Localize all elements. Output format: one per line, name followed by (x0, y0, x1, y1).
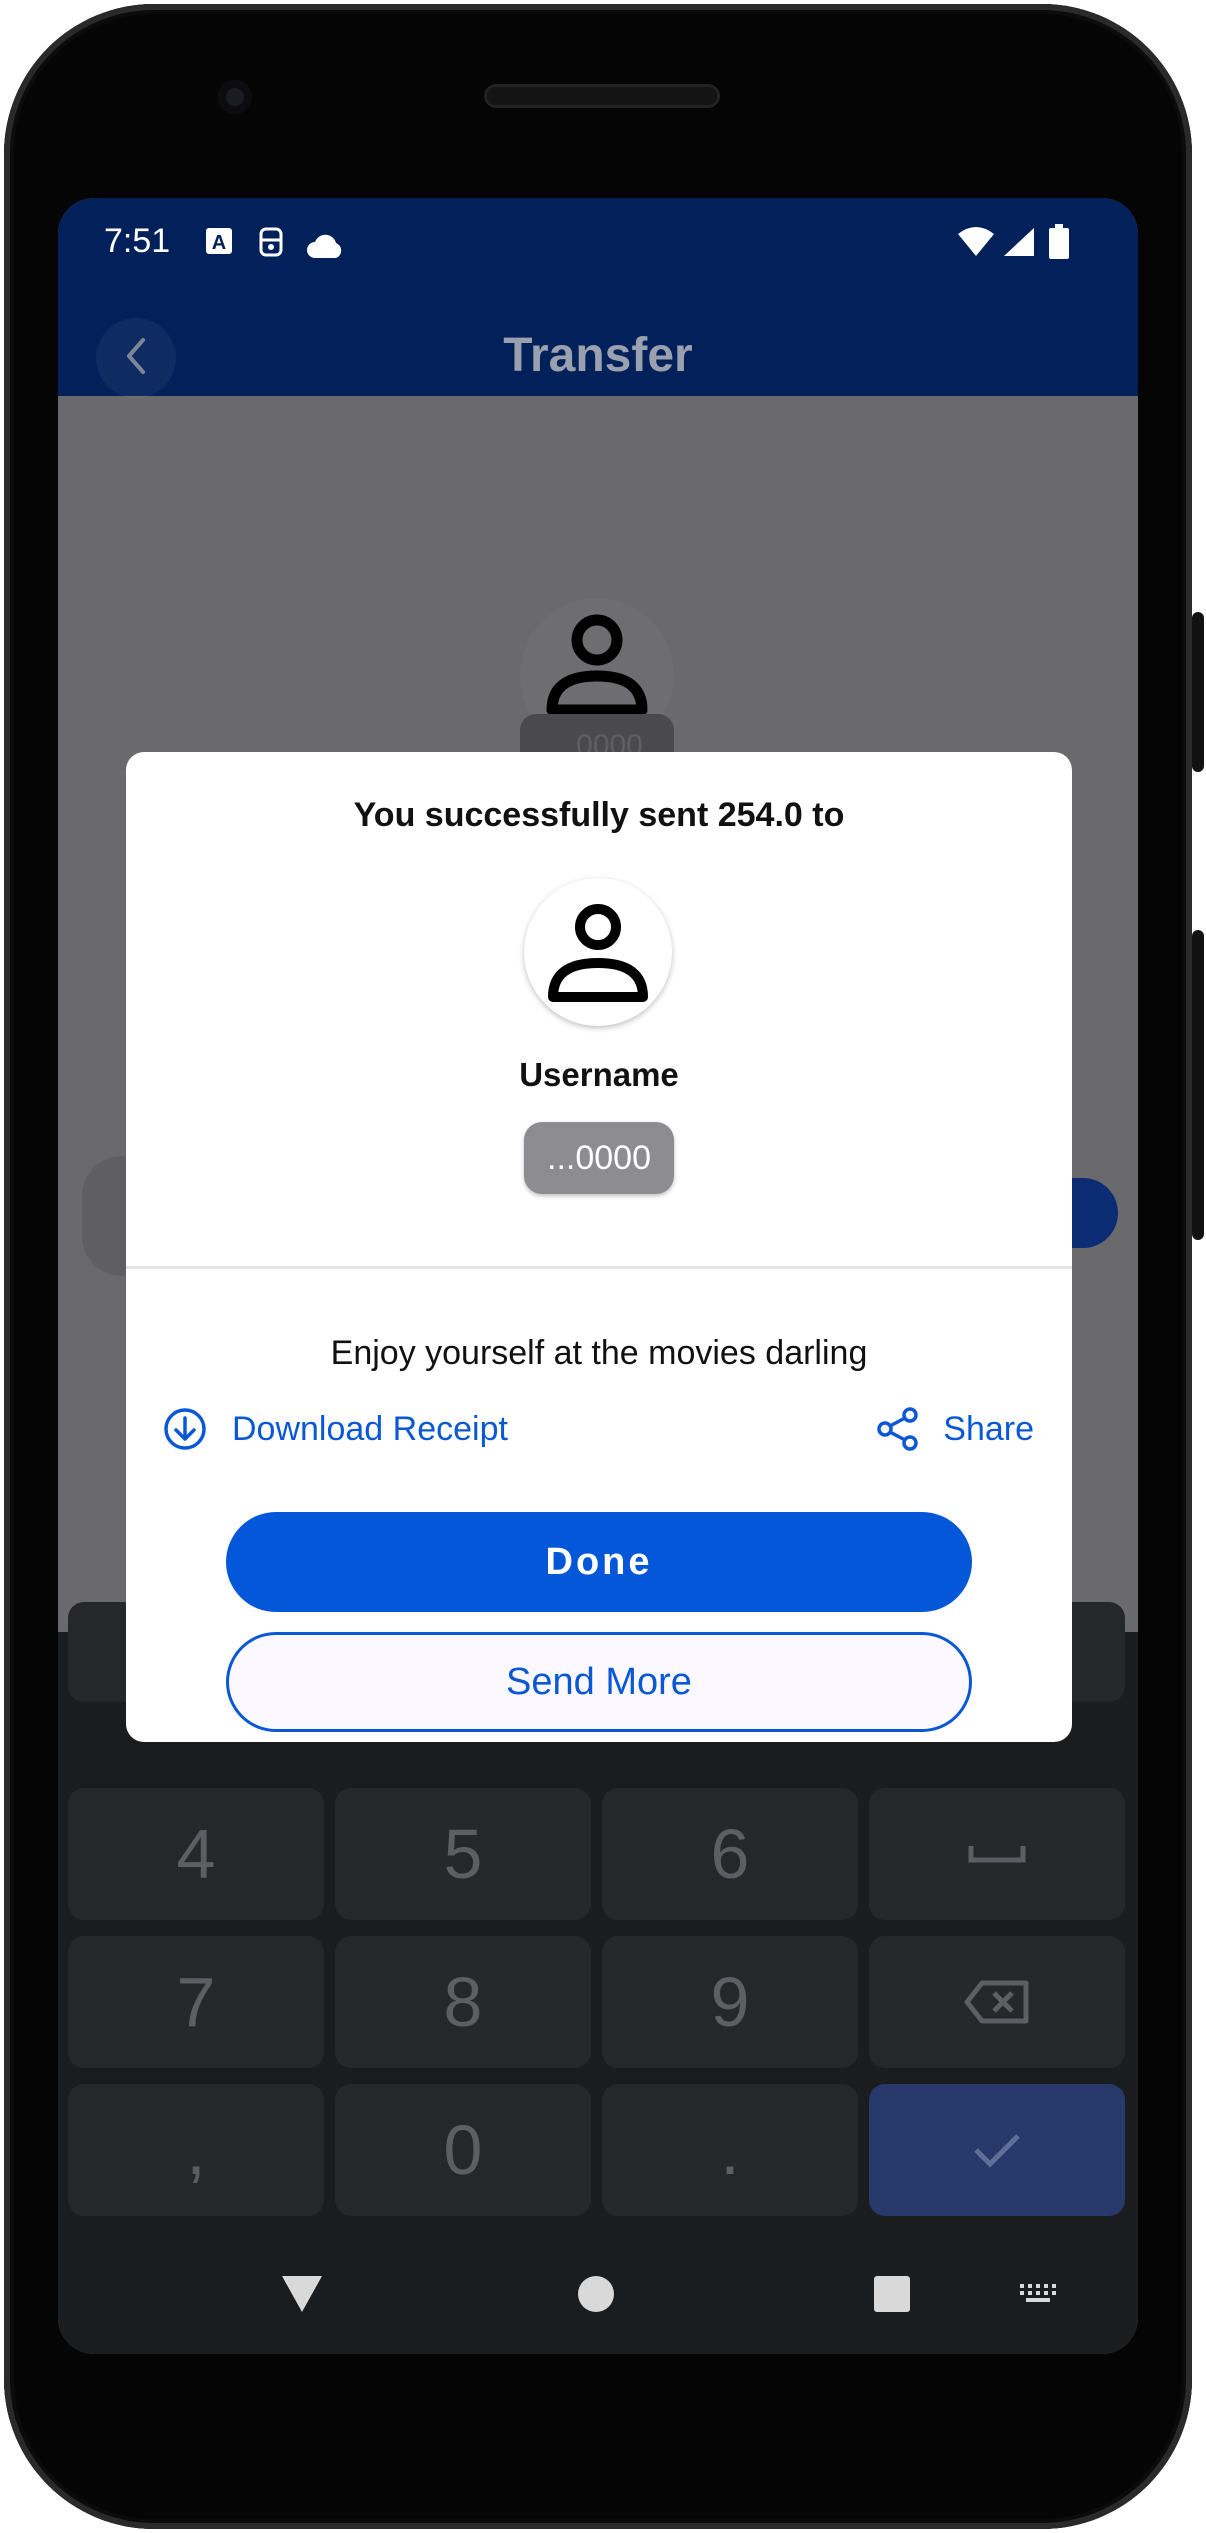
key-4[interactable]: 4 (68, 1788, 324, 1920)
power-button (1192, 612, 1204, 772)
vpn-icon (256, 226, 286, 267)
success-dialog: You successfully sent 254.0 to Username … (126, 752, 1072, 1742)
wifi-icon (956, 226, 996, 267)
transfer-message: Enjoy yourself at the movies darling (330, 1334, 868, 1372)
backspace-icon (964, 1980, 1029, 2024)
back-triangle-icon[interactable] (280, 2274, 324, 2319)
done-button[interactable]: Done (226, 1512, 972, 1612)
key-done[interactable] (869, 2084, 1125, 2216)
share-label: Share (943, 1409, 1034, 1448)
recipient-avatar (524, 878, 672, 1026)
volume-button (1192, 930, 1204, 1240)
share-icon (875, 1406, 921, 1452)
app-bar: Transfer (58, 288, 1138, 398)
key-7[interactable]: 7 (68, 1936, 324, 2068)
battery-icon (1048, 224, 1070, 269)
recipient-username: Username (519, 1056, 679, 1093)
key-comma[interactable]: , (68, 2084, 324, 2216)
front-camera (218, 80, 252, 114)
status-time: 7:51 (104, 222, 171, 260)
key-6[interactable]: 6 (602, 1788, 858, 1920)
page-title: Transfer (503, 329, 693, 382)
recents-square-icon[interactable] (872, 2274, 912, 2319)
status-bar: 7:51 A (58, 198, 1138, 288)
account-number-chip: ...0000 (524, 1122, 674, 1194)
dialog-divider (126, 1266, 1072, 1269)
checkmark-icon (974, 2134, 1020, 2168)
key-space[interactable] (869, 1788, 1125, 1920)
key-backspace[interactable] (869, 1936, 1125, 2068)
key-period[interactable]: . (602, 2084, 858, 2216)
home-circle-icon[interactable] (576, 2274, 616, 2319)
key-5[interactable]: 5 (335, 1788, 591, 1920)
earpiece-speaker (484, 84, 720, 108)
person-icon (548, 904, 648, 1002)
download-receipt-link[interactable]: Download Receipt (162, 1404, 508, 1454)
svg-text:A: A (212, 232, 226, 254)
translate-icon: A (204, 226, 234, 265)
key-9[interactable]: 9 (602, 1936, 858, 2068)
download-receipt-label: Download Receipt (232, 1409, 508, 1448)
key-8[interactable]: 8 (335, 1936, 591, 2068)
key-0[interactable]: 0 (335, 2084, 591, 2216)
download-icon (162, 1406, 208, 1452)
dialog-title: You successfully sent 254.0 to (353, 796, 845, 834)
signal-icon (1002, 226, 1036, 267)
screen: 7:51 A Transfer ...0000 4 5 6 7 8 9 , 0 … (58, 198, 1138, 2354)
send-more-button[interactable]: Send More (226, 1632, 972, 1732)
keyboard-switch-icon[interactable] (1018, 2282, 1058, 2311)
share-link[interactable]: Share (875, 1404, 1034, 1454)
space-icon (968, 1846, 1026, 1863)
cloud-icon (306, 230, 344, 269)
